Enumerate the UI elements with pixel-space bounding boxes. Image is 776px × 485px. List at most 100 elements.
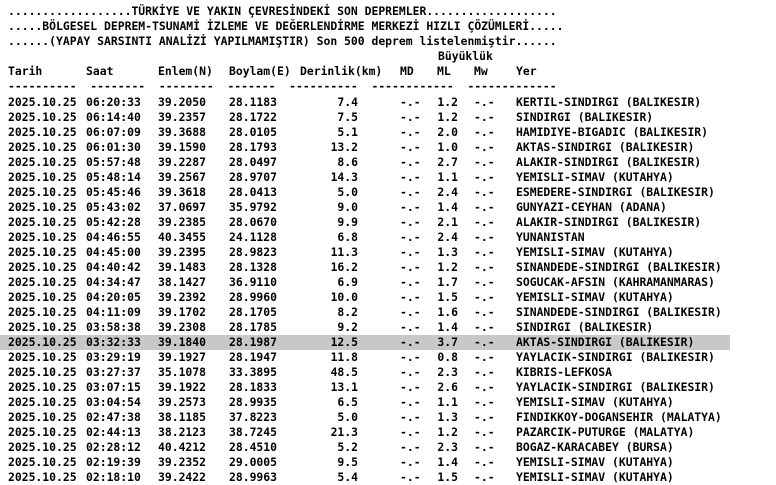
cell-md: -.-	[400, 140, 421, 154]
header-divider: ---------- -------- -------- ------- ---…	[8, 79, 557, 93]
cell-depth: 9.0	[337, 200, 358, 214]
cell-lon: 28.0413	[229, 185, 278, 199]
cell-depth: 8.2	[337, 305, 358, 319]
cell-lat: 35.1078	[158, 365, 207, 379]
table-row[interactable]: 2025.10.25 06:20:33 39.2050 28.1183 7.4 -.- 1.…	[0, 95, 730, 110]
table-row[interactable]: 2025.10.25 04:11:09 39.1702 28.1705 8.2 -.- 1.…	[0, 305, 730, 320]
cell-ml: 2.6	[437, 380, 458, 394]
cell-lat: 39.1702	[158, 305, 207, 319]
cell-time: 04:11:09	[86, 305, 141, 319]
cell-ml: 1.2	[437, 260, 458, 274]
cell-time: 03:07:15	[86, 380, 141, 394]
cell-depth: 13.1	[330, 380, 358, 394]
cell-mw: -.-	[474, 365, 495, 379]
cell-depth: 8.6	[337, 155, 358, 169]
cell-time: 05:57:48	[86, 155, 141, 169]
table-row[interactable]: 2025.10.25 05:42:28 39.2385 28.0670 9.9 -.- 2.…	[0, 215, 730, 230]
cell-mw: -.-	[474, 230, 495, 244]
table-row[interactable]: 2025.10.25 05:43:02 37.0697 35.9792 9.0 -.- 1.…	[0, 200, 730, 215]
cell-depth: 9.2	[337, 320, 358, 334]
cell-md: -.-	[400, 260, 421, 274]
cell-place: SOGUCAK-AFSIN (KAHRAMANMARAS)	[516, 275, 715, 289]
cell-md: -.-	[400, 365, 421, 379]
table-row[interactable]: 2025.10.25 04:45:00 39.2395 28.9823 11.3 -.- 1…	[0, 245, 730, 260]
cell-lon: 28.0105	[229, 125, 278, 139]
cell-mw: -.-	[474, 200, 495, 214]
col-header-place: Yer	[516, 64, 537, 78]
cell-lon: 29.0005	[229, 455, 278, 469]
cell-md: -.-	[400, 215, 421, 229]
cell-lat: 39.2392	[158, 290, 207, 304]
cell-md: -.-	[400, 320, 421, 334]
cell-lat: 39.1483	[158, 260, 207, 274]
table-row[interactable]: 2025.10.25 03:32:33 39.1840 28.1987 12.5 -.- 3…	[0, 335, 730, 350]
cell-mw: -.-	[474, 425, 495, 439]
table-row[interactable]: 2025.10.25 03:29:19 39.1927 28.1947 11.8 -.- 0…	[0, 350, 730, 365]
cell-md: -.-	[400, 470, 421, 484]
cell-time: 03:27:37	[86, 365, 141, 379]
cell-place: YEMISLI-SIMAV (KUTAHYA)	[516, 455, 674, 469]
table-row[interactable]: 2025.10.25 04:46:55 40.3455 24.1128 6.8 -.- 2.…	[0, 230, 730, 245]
cell-ml: 1.3	[437, 410, 458, 424]
cell-depth: 5.2	[337, 440, 358, 454]
table-row[interactable]: 2025.10.25 03:04:54 39.2573 28.9935 6.5 -.- 1.…	[0, 395, 730, 410]
col-header-ml: ML	[437, 64, 451, 78]
cell-lon: 28.9935	[229, 395, 278, 409]
table-row[interactable]: 2025.10.25 03:58:38 39.2308 28.1785 9.2 -.- 1.…	[0, 320, 730, 335]
cell-date: 2025.10.25	[8, 200, 77, 214]
table-row[interactable]: 2025.10.25 02:18:10 39.2422 28.9963 5.4 -.- 1.…	[0, 470, 730, 485]
cell-md: -.-	[400, 335, 421, 349]
cell-md: -.-	[400, 425, 421, 439]
table-row[interactable]: 2025.10.25 05:45:46 39.3618 28.0413 5.0 -.- 2.…	[0, 185, 730, 200]
cell-depth: 14.3	[330, 170, 358, 184]
table-row[interactable]: 2025.10.25 02:28:12 40.4212 28.4510 5.2 -.- 2.…	[0, 440, 730, 455]
cell-time: 04:34:47	[86, 275, 141, 289]
table-row[interactable]: 2025.10.25 03:07:15 39.1922 28.1833 13.1 -.- 2…	[0, 380, 730, 395]
table-row[interactable]: 2025.10.25 05:48:14 39.2567 28.9707 14.3 -.- 1…	[0, 170, 730, 185]
table-row[interactable]: 2025.10.25 06:14:40 39.2357 28.1722 7.5 -.- 1.…	[0, 110, 730, 125]
cell-place: YEMISLI-SIMAV (KUTAHYA)	[516, 395, 674, 409]
cell-ml: 2.4	[437, 185, 458, 199]
cell-place: SINDIRGI (BALIKESIR)	[516, 320, 654, 334]
cell-date: 2025.10.25	[8, 440, 77, 454]
cell-md: -.-	[400, 290, 421, 304]
cell-mw: -.-	[474, 110, 495, 124]
table-row[interactable]: 2025.10.25 02:19:39 39.2352 29.0005 9.5 -.- 1.…	[0, 455, 730, 470]
cell-lon: 28.1705	[229, 305, 278, 319]
cell-place: SINDIRGI (BALIKESIR)	[516, 110, 654, 124]
cell-place: YAYLACIK-SINDIRGI (BALIKESIR)	[516, 380, 715, 394]
table-row[interactable]: 2025.10.25 06:07:09 39.3688 28.0105 5.1 -.- 2.…	[0, 125, 730, 140]
col-header-md: MD	[400, 64, 414, 78]
cell-depth: 11.8	[330, 350, 358, 364]
cell-lon: 28.9707	[229, 170, 278, 184]
cell-md: -.-	[400, 110, 421, 124]
cell-mw: -.-	[474, 320, 495, 334]
table-row[interactable]: 2025.10.25 02:44:13 38.2123 38.7245 21.3 -.- 1…	[0, 425, 730, 440]
cell-lat: 39.2567	[158, 170, 207, 184]
table-row[interactable]: 2025.10.25 03:27:37 35.1078 33.3895 48.5 -.- 2…	[0, 365, 730, 380]
cell-ml: 1.4	[437, 320, 458, 334]
table-row[interactable]: 2025.10.25 06:01:30 39.1590 28.1793 13.2 -.- 1…	[0, 140, 730, 155]
cell-md: -.-	[400, 185, 421, 199]
cell-mw: -.-	[474, 170, 495, 184]
col-header-mw: Mw	[474, 64, 488, 78]
cell-mw: -.-	[474, 215, 495, 229]
cell-lon: 28.1785	[229, 320, 278, 334]
table-row[interactable]: 2025.10.25 04:34:47 38.1427 36.9110 6.9 -.- 1.…	[0, 275, 730, 290]
cell-time: 02:44:13	[86, 425, 141, 439]
table-row[interactable]: 2025.10.25 02:47:38 38.1185 37.8223 5.0 -.- 1.…	[0, 410, 730, 425]
cell-place: FINDIKKOY-DOGANSEHIR (MALATYA)	[516, 410, 722, 424]
cell-depth: 10.0	[330, 290, 358, 304]
cell-date: 2025.10.25	[8, 470, 77, 484]
cell-ml: 2.0	[437, 125, 458, 139]
cell-time: 03:32:33	[86, 335, 141, 349]
table-row[interactable]: 2025.10.25 05:57:48 39.2287 28.0497 8.6 -.- 2.…	[0, 155, 730, 170]
cell-mw: -.-	[474, 245, 495, 259]
table-row[interactable]: 2025.10.25 04:40:42 39.1483 28.1328 16.2 -.- 1…	[0, 260, 730, 275]
cell-place: BOGAZ-KARACABEY (BURSA)	[516, 440, 674, 454]
cell-lon: 28.0497	[229, 155, 278, 169]
col-header-lon: Boylam(E)	[229, 64, 291, 78]
cell-lat: 39.2357	[158, 110, 207, 124]
column-headers: Tarih Saat Enlem(N) Boylam(E) Derinlik(k…	[0, 64, 730, 79]
table-row[interactable]: 2025.10.25 04:20:05 39.2392 28.9960 10.0 -.- 1…	[0, 290, 730, 305]
